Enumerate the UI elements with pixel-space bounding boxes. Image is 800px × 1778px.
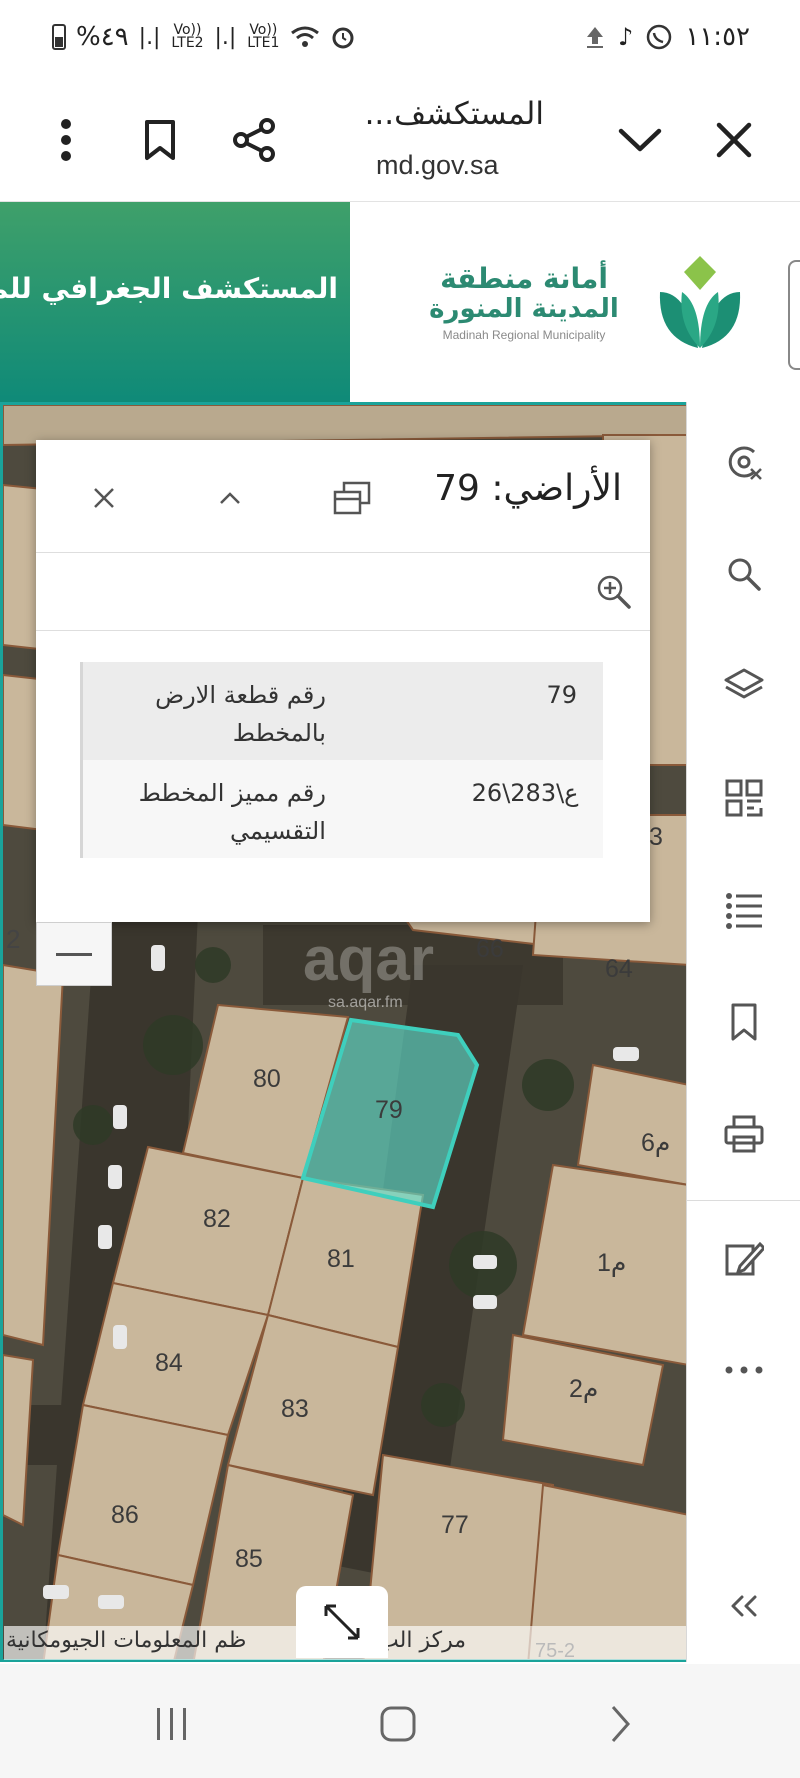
alarm-icon <box>332 27 354 49</box>
attribute-value: 79 <box>546 681 577 709</box>
org-name-line1: أمانة منطقة <box>440 262 608 295</box>
status-left: %٤٩ |.| Vo)) LTE2 |.| Vo)) LTE1 <box>52 22 356 52</box>
wifi-icon <box>291 26 320 47</box>
close-popup-icon[interactable] <box>80 474 128 522</box>
share-icon[interactable] <box>224 110 284 170</box>
signal-label-2: Vo)) LTE1 <box>247 22 280 51</box>
popup-divider <box>36 630 650 631</box>
layers-icon[interactable] <box>714 656 774 716</box>
municipality-logo-icon <box>659 256 741 348</box>
draw-icon[interactable] <box>714 1228 774 1288</box>
tiktok-icon: ♪ <box>618 23 634 51</box>
plot-label-3[interactable]: 3 <box>649 823 663 851</box>
plot-label-80[interactable]: 80 <box>253 1065 281 1093</box>
app-title: المستكشف الجغرافي للمد <box>0 272 338 305</box>
rail-divider <box>687 1200 800 1201</box>
attribute-label: رقم قطعة الارض بالمخطط <box>79 662 344 760</box>
upload-icon <box>587 27 604 48</box>
chevron-down-icon[interactable] <box>610 110 670 170</box>
table-row: رقم قطعة الارض بالمخطط 79 <box>79 662 603 760</box>
signal-icon: |.| <box>138 24 161 50</box>
battery-percent: %٤٩ <box>76 22 129 52</box>
site-header: المستكشف الجغرافي للمد أمانة منطقة المدي… <box>0 202 800 402</box>
zoom-to-icon[interactable] <box>590 568 638 616</box>
svg-text:aqar: aqar <box>303 925 434 994</box>
dock-popup-icon[interactable] <box>328 474 376 522</box>
org-name-line2: المدينة المنورة <box>429 294 619 324</box>
plot-label-83[interactable]: 83 <box>281 1395 309 1423</box>
more-horizontal-icon[interactable] <box>714 1340 774 1400</box>
browser-toolbar: المستكشف... md.gov.sa <box>0 80 800 202</box>
expand-map-button[interactable] <box>296 1586 388 1658</box>
signal-icon: |.| <box>214 24 237 50</box>
whatsapp-icon <box>647 24 672 50</box>
status-bar: %٤٩ |.| Vo)) LTE2 |.| Vo)) LTE1 ♪ ١١:٥٢ <box>0 0 800 80</box>
back-icon[interactable] <box>590 1694 650 1754</box>
status-right: ♪ ١١:٥٢ <box>584 22 750 52</box>
bookmark-icon[interactable] <box>714 992 774 1052</box>
search-icon[interactable] <box>714 544 774 604</box>
attribution-text: ظم المعلومات الجيومكانية <box>6 1628 247 1653</box>
plot-label-m6[interactable]: م6 <box>641 1129 670 1157</box>
attribute-value: ع\283\26 <box>471 779 579 807</box>
plot-label-79[interactable]: 79 <box>375 1096 403 1124</box>
recent-apps-icon[interactable] <box>142 1694 202 1754</box>
plot-label-66[interactable]: 66 <box>476 935 504 963</box>
plot-label-64[interactable]: 64 <box>605 955 633 983</box>
more-vertical-icon[interactable] <box>36 110 96 170</box>
qr-code-icon[interactable] <box>714 768 774 828</box>
side-scroll-tab[interactable] <box>788 260 800 370</box>
minus-icon <box>56 952 92 956</box>
battery-icon <box>52 24 66 50</box>
system-nav-bar <box>0 1664 800 1778</box>
feature-popup: الأراضي: 79 رقم قطعة الارض بالمخطط 79 رق… <box>36 440 650 922</box>
map-tool-rail <box>686 402 800 1662</box>
map-edge-number: 2 <box>6 924 21 954</box>
legend-list-icon[interactable] <box>714 880 774 940</box>
attribute-table: رقم قطعة الارض بالمخطط 79 رقم مميز المخط… <box>79 662 604 858</box>
print-icon[interactable] <box>714 1104 774 1164</box>
plot-label-m1[interactable]: م1 <box>597 1249 626 1277</box>
clear-selection-icon[interactable] <box>714 432 774 492</box>
header-title-banner: المستكشف الجغرافي للمد <box>0 202 350 402</box>
page-url[interactable]: md.gov.sa <box>376 150 499 181</box>
plot-label-86[interactable]: 86 <box>111 1501 139 1529</box>
signal-label-1: Vo)) LTE2 <box>171 22 204 51</box>
zoom-out-button[interactable] <box>36 922 112 986</box>
attribution-text: مركز الب <box>378 1628 466 1653</box>
popup-divider <box>36 552 650 553</box>
collapse-icon[interactable] <box>714 1576 774 1636</box>
plot-label-81[interactable]: 81 <box>327 1245 355 1273</box>
org-name-en: Madinah Regional Municipality <box>442 328 606 342</box>
plot-label-84[interactable]: 84 <box>155 1349 183 1377</box>
plot-label-77[interactable]: 77 <box>441 1511 469 1539</box>
bookmark-icon[interactable] <box>130 110 190 170</box>
plot-label-82[interactable]: 82 <box>203 1205 231 1233</box>
plot-label-85[interactable]: 85 <box>235 1545 263 1573</box>
attribute-label: رقم مميز المخطط التقسيمي <box>79 760 344 858</box>
close-icon[interactable] <box>704 110 764 170</box>
table-row: رقم مميز المخطط التقسيمي ع\283\26 <box>79 760 603 858</box>
page-title: المستكشف... <box>364 96 544 132</box>
expand-icon <box>324 1604 360 1640</box>
home-icon[interactable] <box>368 1694 428 1754</box>
popup-title: الأراضي: 79 <box>434 468 622 509</box>
clock: ١١:٥٢ <box>685 22 750 52</box>
map-watermark: sa.aqar.fm <box>328 994 403 1011</box>
plot-label-m2[interactable]: م2 <box>569 1375 598 1403</box>
collapse-popup-icon[interactable] <box>206 474 254 522</box>
